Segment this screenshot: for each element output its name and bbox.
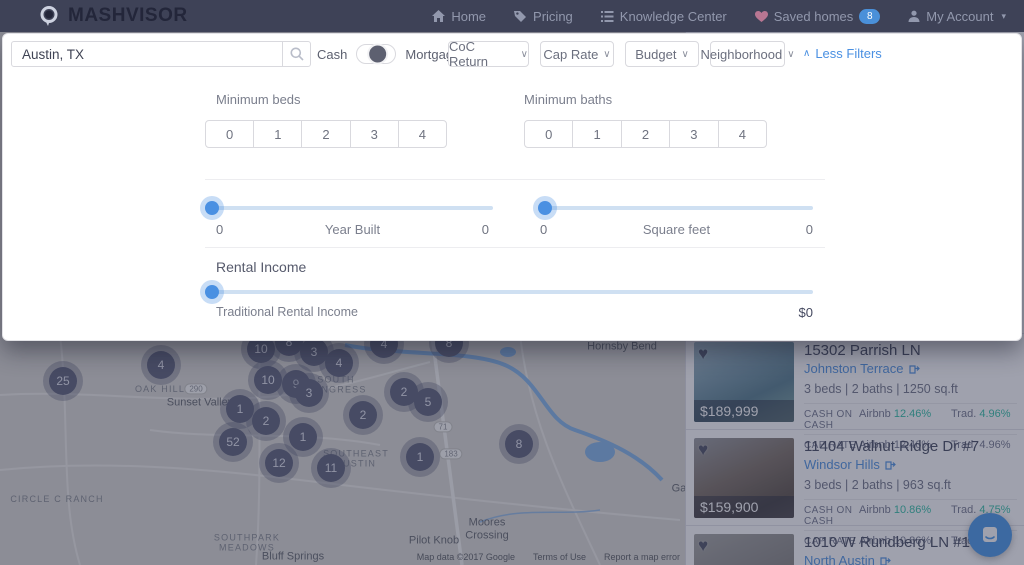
nav-home[interactable]: Home <box>432 9 486 24</box>
slider-handle[interactable] <box>205 201 219 215</box>
slider-handle[interactable] <box>538 201 552 215</box>
heart-icon <box>754 10 768 22</box>
min-baths-selector: 0 1 2 3 4 <box>524 120 767 148</box>
square-feet-label: Square feet <box>642 222 711 237</box>
slider-track[interactable] <box>205 290 813 294</box>
top-navbar: MASHVISOR Home Pricing Knowledge Center … <box>0 0 1024 32</box>
user-icon <box>908 10 920 22</box>
year-built-label: Year Built <box>324 222 381 237</box>
less-filters-link[interactable]: ∧ Less Filters <box>803 46 882 61</box>
neighborhood-dropdown[interactable]: Neighborhood ∨ <box>701 41 795 67</box>
min-beds-label: Minimum beds <box>216 92 301 107</box>
baths-option-1[interactable]: 1 <box>573 121 622 147</box>
nav-knowledge-center[interactable]: Knowledge Center <box>600 9 727 24</box>
baths-option-0[interactable]: 0 <box>525 121 574 147</box>
divider <box>205 247 825 248</box>
slider-track[interactable] <box>205 206 493 210</box>
chevron-up-icon: ∧ <box>803 48 811 59</box>
mashvisor-logo[interactable]: MASHVISOR <box>38 5 188 27</box>
square-feet-max: 0 <box>805 222 813 237</box>
nav-saved-homes[interactable]: Saved homes 8 <box>754 8 881 24</box>
cap-rate-dropdown[interactable]: Cap Rate ∨ <box>540 41 614 67</box>
chevron-down-icon: ▾ <box>1001 10 1006 21</box>
map-pin-icon <box>40 6 58 26</box>
brand-name: MASHVISOR <box>68 5 188 26</box>
year-built-max: 0 <box>481 222 489 237</box>
toggle-knob[interactable] <box>367 43 389 65</box>
search-button[interactable] <box>282 42 310 66</box>
budget-dropdown[interactable]: Budget ∨ <box>625 41 699 67</box>
beds-option-0[interactable]: 0 <box>206 121 255 147</box>
nav-pricing[interactable]: Pricing <box>514 9 573 24</box>
home-icon <box>432 10 446 22</box>
location-search <box>11 41 311 67</box>
search-icon <box>290 47 304 61</box>
filters-panel: Cash Mortgage ∨ CoC Return ∨ Cap Rate ∨ … <box>2 33 1022 341</box>
beds-option-4[interactable]: 4 <box>399 121 446 147</box>
chevron-down-icon: ∨ <box>787 48 795 60</box>
year-built-slider <box>205 201 493 215</box>
cash-label: Cash <box>317 46 348 62</box>
saved-homes-count-badge: 8 <box>859 8 881 24</box>
square-feet-slider <box>538 201 813 215</box>
year-built-min: 0 <box>216 222 224 237</box>
beds-option-3[interactable]: 3 <box>351 121 399 147</box>
coc-return-dropdown[interactable]: CoC Return ∨ <box>448 39 529 69</box>
traditional-rental-income-label: Traditional Rental Income <box>216 305 358 319</box>
min-beds-selector: 0 1 2 3 4 <box>205 120 447 148</box>
beds-option-2[interactable]: 2 <box>302 121 351 147</box>
baths-option-3[interactable]: 3 <box>670 121 719 147</box>
min-baths-label: Minimum baths <box>524 92 613 107</box>
beds-option-1[interactable]: 1 <box>254 121 303 147</box>
chevron-down-icon: ∨ <box>681 48 689 60</box>
chevron-down-icon: ∨ <box>603 48 611 60</box>
rental-income-heading: Rental Income <box>216 259 307 275</box>
slider-handle[interactable] <box>205 285 219 299</box>
square-feet-min: 0 <box>540 222 548 237</box>
rental-income-slider <box>205 285 813 299</box>
cash-mortgage-toggle[interactable] <box>356 43 397 65</box>
chevron-down-icon: ∨ <box>520 48 528 60</box>
divider <box>205 179 825 180</box>
nav-my-account[interactable]: My Account ▾ <box>908 9 1006 24</box>
list-icon <box>600 10 614 22</box>
price-tag-icon <box>514 11 527 22</box>
traditional-rental-income-value: $0 <box>798 305 813 320</box>
slider-track[interactable] <box>538 206 813 210</box>
search-input[interactable] <box>12 42 282 66</box>
baths-option-2[interactable]: 2 <box>622 121 671 147</box>
baths-option-4[interactable]: 4 <box>719 121 766 147</box>
